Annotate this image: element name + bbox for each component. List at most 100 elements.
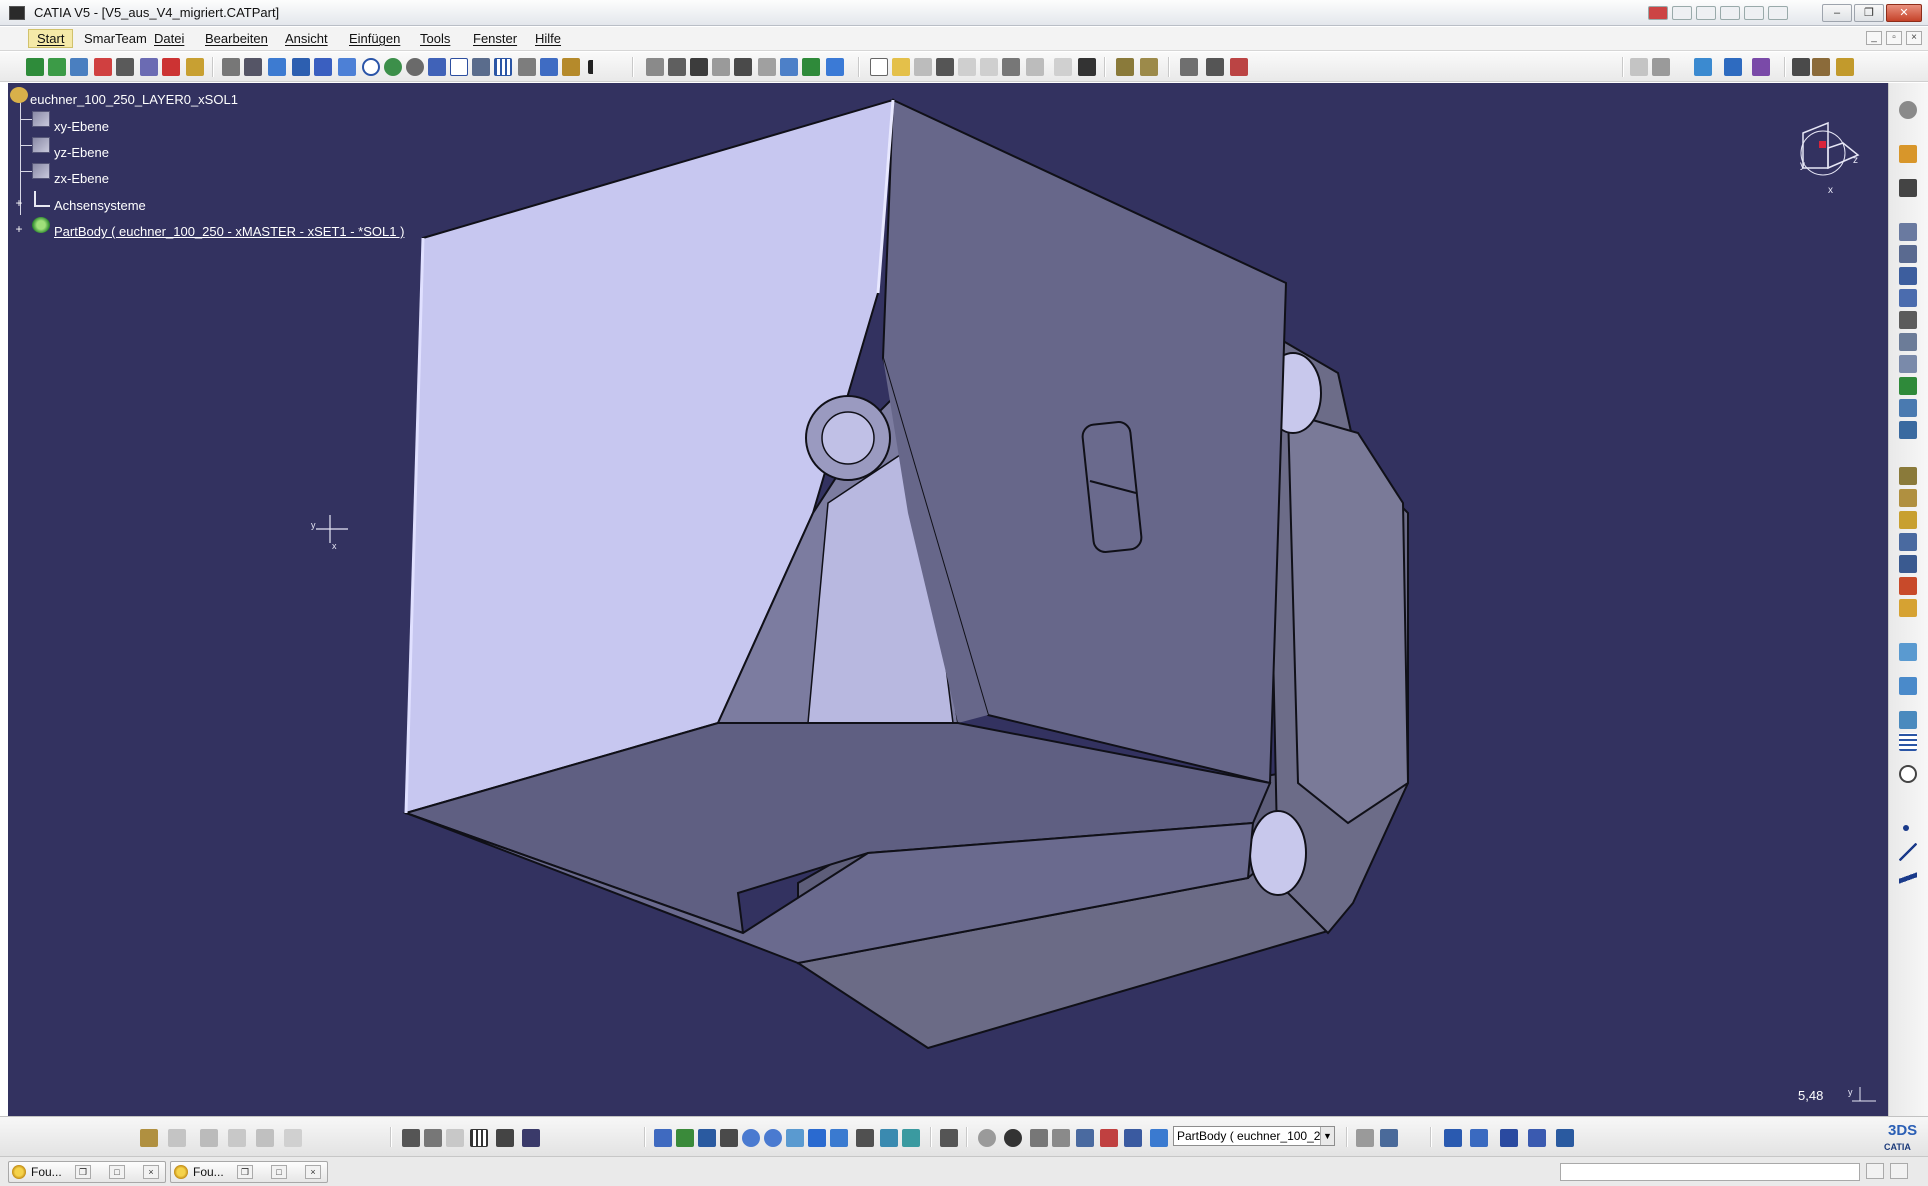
bulb-icon[interactable] [1836, 58, 1854, 76]
measure-item-icon[interactable] [1076, 1129, 1094, 1147]
text-leader-icon[interactable] [228, 1129, 246, 1147]
copy-icon[interactable] [980, 58, 998, 76]
workbench-switch-icon[interactable] [1380, 1129, 1398, 1147]
thread-icon[interactable] [1899, 555, 1917, 573]
draft-icon[interactable] [1899, 511, 1917, 529]
multi-view-icon[interactable] [826, 58, 844, 76]
grid-icon[interactable] [1899, 733, 1917, 751]
triangle-icon[interactable] [292, 58, 310, 76]
circle-icon[interactable] [362, 58, 380, 76]
comment-icon[interactable] [424, 1129, 442, 1147]
apply-material-icon[interactable] [1230, 58, 1248, 76]
zoom-in-icon[interactable] [742, 1129, 760, 1147]
analysis-icon[interactable] [1116, 58, 1134, 76]
stiffener-icon[interactable] [1899, 377, 1917, 395]
shading-icon[interactable] [856, 1129, 874, 1147]
rule-icon[interactable] [446, 1129, 464, 1147]
scale-icon[interactable] [1812, 58, 1830, 76]
line-tool-icon[interactable] [1899, 843, 1917, 861]
surface-icon[interactable] [1694, 58, 1712, 76]
menu-smarteam[interactable]: SmarTeam [84, 31, 147, 46]
check-icon[interactable] [734, 58, 752, 76]
refresh-icon[interactable] [780, 58, 798, 76]
target-icon[interactable] [406, 58, 424, 76]
sphere-icon[interactable] [384, 58, 402, 76]
split-icon[interactable] [1792, 58, 1810, 76]
gear-icon[interactable] [222, 58, 240, 76]
define-work-object-icon[interactable] [1150, 1129, 1168, 1147]
iso-view-icon[interactable] [830, 1129, 848, 1147]
point-icon[interactable] [94, 58, 112, 76]
print-icon[interactable] [936, 58, 954, 76]
depth-effect-icon[interactable] [1556, 1129, 1574, 1147]
slot-icon[interactable] [1899, 355, 1917, 373]
pattern-icon[interactable] [1899, 599, 1917, 617]
shaft-icon[interactable] [1899, 267, 1917, 285]
undo-icon[interactable] [1026, 58, 1044, 76]
exit-sketch-icon[interactable] [1899, 145, 1917, 163]
menu-hilfe[interactable]: Hilfe [535, 31, 561, 46]
dimension-icon[interactable] [1180, 58, 1198, 76]
shell-icon[interactable] [1724, 58, 1742, 76]
open-folder-icon[interactable] [892, 58, 910, 76]
menu-tools[interactable]: Tools [420, 31, 450, 46]
workbench-icon[interactable] [1899, 101, 1917, 119]
maximize-doc-icon[interactable] [1768, 6, 1788, 20]
glasses-icon[interactable] [1672, 6, 1692, 20]
record-icon[interactable] [1648, 6, 1668, 20]
pocket-icon[interactable] [1899, 245, 1917, 263]
inertia-icon[interactable] [1100, 1129, 1118, 1147]
new-file-icon[interactable] [870, 58, 888, 76]
compare-icon[interactable] [712, 58, 730, 76]
compass-tool-icon[interactable] [186, 58, 204, 76]
translate-icon[interactable] [26, 58, 44, 76]
edge-fillet-icon[interactable] [1899, 467, 1917, 485]
menu-einfuegen[interactable]: Einfügen [349, 31, 400, 46]
key-icon[interactable] [140, 1129, 158, 1147]
paste-icon[interactable] [1002, 58, 1020, 76]
doc-2-restore-button[interactable]: ❐ [237, 1165, 253, 1179]
save-file-icon[interactable] [914, 58, 932, 76]
3d-viewport[interactable]: euchner_100_250_LAYER0_xSOL1 xy-Ebene yz… [8, 83, 1888, 1116]
knowledge-icon[interactable] [562, 58, 580, 76]
plane-tool-icon[interactable] [1899, 869, 1917, 887]
draft-analysis-icon[interactable] [1140, 58, 1158, 76]
rectangle-icon[interactable] [450, 58, 468, 76]
boolean-icon[interactable] [1630, 58, 1648, 76]
fly-mode-icon[interactable] [654, 1129, 672, 1147]
menu-fenster[interactable]: Fenster [473, 31, 517, 46]
tile-icon[interactable] [1696, 6, 1716, 20]
constraint-tool-icon[interactable] [978, 1129, 996, 1147]
rotate-view-icon[interactable] [720, 1129, 738, 1147]
menu-start[interactable]: Start [28, 29, 74, 48]
thickness-icon[interactable] [1752, 58, 1770, 76]
select-icon[interactable] [668, 58, 686, 76]
menu-bearbeiten[interactable]: Bearbeiten [205, 31, 268, 46]
shell-tool-icon[interactable] [1899, 533, 1917, 551]
cursor-icon[interactable] [244, 58, 262, 76]
chevron-down-icon[interactable]: ▼ [1320, 1127, 1334, 1145]
cone-icon[interactable] [314, 58, 332, 76]
pad-icon[interactable] [1899, 223, 1917, 241]
minimized-document-1[interactable]: Fou... ❐ □ × [8, 1161, 166, 1183]
redo-icon[interactable] [1054, 58, 1072, 76]
doc-1-maximize-button[interactable]: □ [109, 1165, 125, 1179]
zoom-area-icon[interactable] [1899, 765, 1917, 783]
compass-icon[interactable]: x y z [1783, 113, 1873, 203]
status-maximize-button[interactable] [1890, 1163, 1908, 1179]
point-tool-icon[interactable] [1903, 825, 1909, 831]
chamfer-icon[interactable] [1899, 489, 1917, 507]
rotate-icon[interactable] [70, 58, 88, 76]
cascade-icon[interactable] [1720, 6, 1740, 20]
doc-2-close-button[interactable]: × [305, 1165, 321, 1179]
capture-icon[interactable] [940, 1129, 958, 1147]
doc-1-close-button[interactable]: × [143, 1165, 159, 1179]
tree-icon[interactable] [802, 58, 820, 76]
image-icon[interactable] [268, 58, 286, 76]
update-icon[interactable] [758, 58, 776, 76]
mirror-icon[interactable] [1899, 577, 1917, 595]
doc-restore-button[interactable]: ▫ [1886, 31, 1902, 45]
menu-ansicht[interactable]: Ansicht [285, 31, 328, 46]
part-model[interactable] [8, 83, 1888, 1116]
geometry-set-icon[interactable] [1124, 1129, 1142, 1147]
